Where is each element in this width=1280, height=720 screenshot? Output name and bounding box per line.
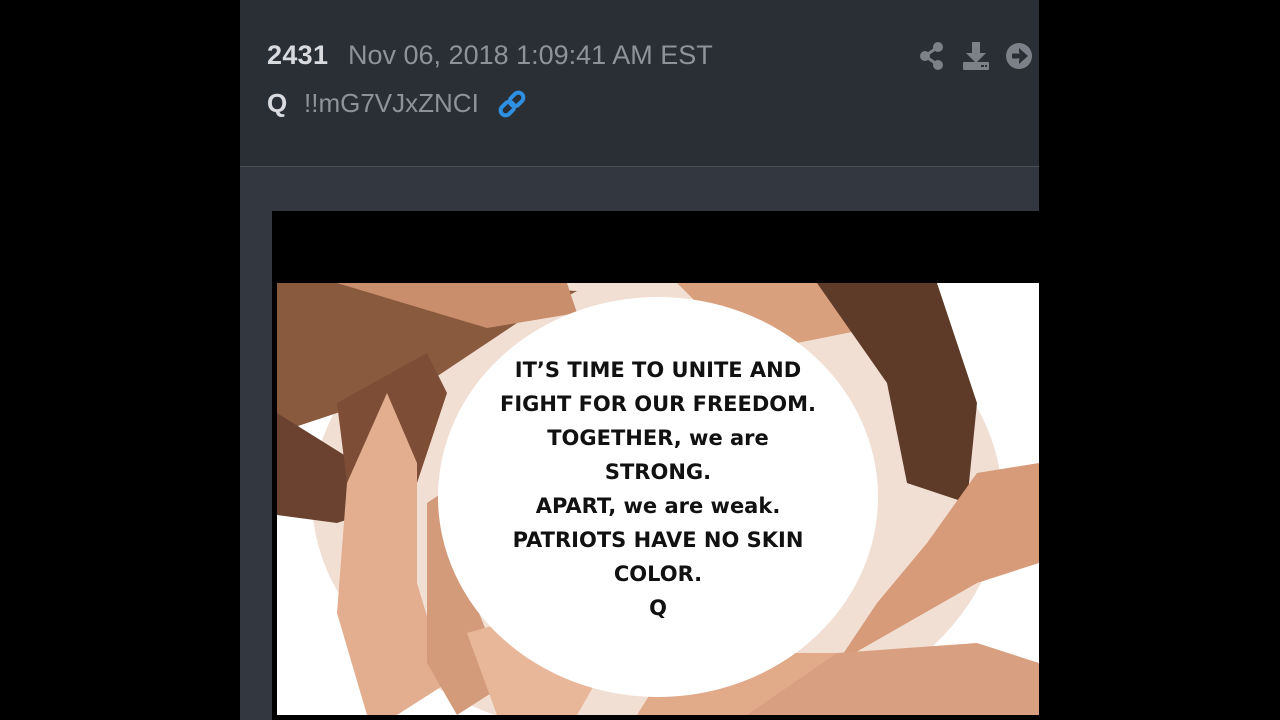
download-icon[interactable]: [961, 40, 991, 72]
link-icon[interactable]: [496, 88, 528, 120]
post-timestamp: Nov 06, 2018 1:09:41 AM EST: [348, 40, 713, 70]
post-card: 2431 Nov 06, 2018 1:09:41 AM EST Q !!mG7…: [240, 0, 1039, 720]
author-tripcode: !!mG7VJxZNCI: [304, 88, 479, 118]
post-image-frame[interactable]: IT’S TIME TO UNITE AND FIGHT FOR OUR FRE…: [272, 211, 1039, 720]
image-caption: IT’S TIME TO UNITE AND FIGHT FOR OUR FRE…: [463, 353, 853, 625]
caption-line: COLOR.: [613, 562, 703, 586]
caption-line: FIGHT FOR OUR FREEDOM.: [499, 392, 817, 416]
post-actions: [917, 40, 1035, 72]
arrow-right-circle-icon[interactable]: [1005, 40, 1035, 72]
caption-line: IT’S TIME TO UNITE AND: [514, 358, 802, 382]
caption-line: PATRIOTS HAVE NO SKIN: [512, 528, 804, 552]
post-image[interactable]: IT’S TIME TO UNITE AND FIGHT FOR OUR FRE…: [277, 283, 1039, 715]
caption-line: Q: [649, 596, 667, 620]
author-name: Q: [267, 88, 288, 118]
caption-line: STRONG.: [604, 460, 712, 484]
share-icon[interactable]: [917, 40, 947, 72]
post-header: 2431 Nov 06, 2018 1:09:41 AM EST Q !!mG7…: [240, 0, 1039, 167]
caption-line: APART, we are weak.: [535, 494, 781, 518]
caption-line: TOGETHER, we are: [547, 426, 769, 450]
post-number[interactable]: 2431: [267, 40, 328, 71]
